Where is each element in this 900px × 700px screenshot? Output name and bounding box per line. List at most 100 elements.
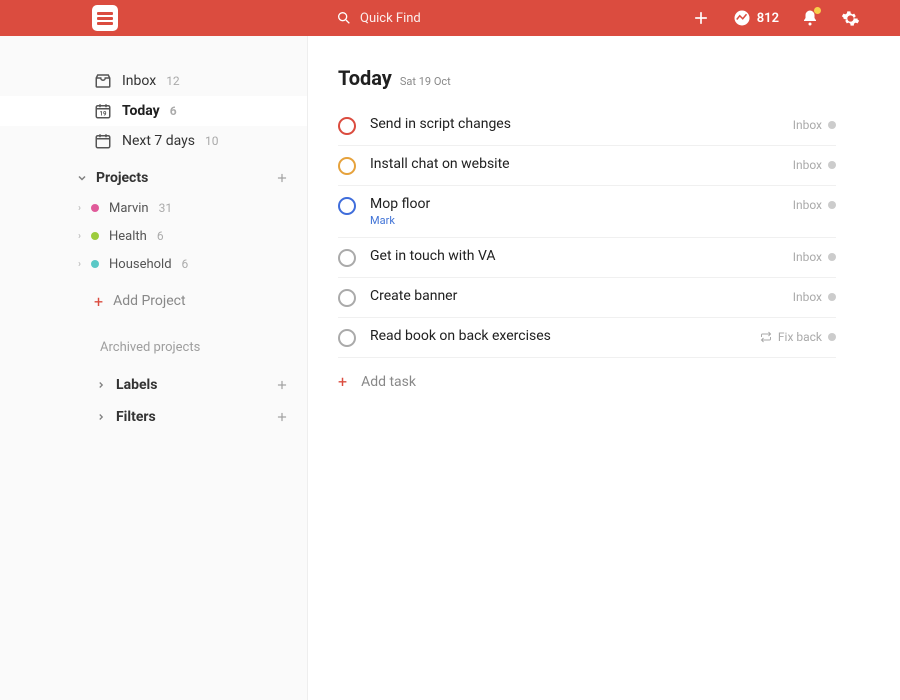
svg-text:19: 19 — [100, 111, 107, 118]
notifications-icon[interactable] — [801, 9, 819, 27]
project-count: 6 — [182, 257, 189, 271]
inbox-icon — [94, 72, 112, 90]
project-color-dot — [828, 161, 836, 169]
task-meta: Inbox — [793, 198, 836, 212]
task-title: Get in touch with VA — [370, 248, 779, 264]
task-title: Send in script changes — [370, 116, 779, 132]
app-logo[interactable] — [92, 5, 118, 31]
project-color-dot — [828, 333, 836, 341]
task-assignee: Mark — [370, 214, 779, 227]
add-task-label: Add task — [361, 374, 416, 390]
project-name: Health — [109, 229, 147, 244]
project-color-dot — [91, 260, 99, 268]
task-row[interactable]: Send in script changes Inbox — [338, 106, 836, 146]
project-name: Marvin — [109, 201, 149, 216]
task-meta: Inbox — [793, 158, 836, 172]
header-actions: 812 — [691, 8, 860, 28]
task-title: Install chat on website — [370, 156, 779, 172]
add-task-button[interactable]: + Add task — [338, 358, 836, 405]
karma-points: 812 — [757, 11, 779, 26]
page-title: Today — [338, 66, 392, 90]
project-item-health[interactable]: › Health 6 — [0, 222, 307, 250]
project-color-dot — [828, 201, 836, 209]
project-item-marvin[interactable]: › Marvin 31 — [0, 194, 307, 222]
task-checkbox[interactable] — [338, 157, 356, 175]
search-placeholder: Quick Find — [360, 11, 421, 26]
task-meta: Inbox — [793, 290, 836, 304]
project-name: Household — [109, 257, 172, 272]
page-title-row: Today Sat 19 Oct — [338, 66, 836, 90]
add-project-label: Add Project — [113, 293, 186, 309]
add-project-button[interactable]: + Add Project — [0, 284, 307, 318]
today-icon: 19 — [94, 102, 112, 120]
sidebar-item-today[interactable]: 19 Today 6 — [0, 96, 307, 126]
sidebar-item-inbox[interactable]: Inbox 12 — [0, 66, 307, 96]
main-content: Today Sat 19 Oct Send in script changes I… — [308, 36, 900, 700]
chevron-right-icon — [96, 380, 106, 390]
sidebar-item-count: 10 — [205, 134, 219, 148]
projects-title: Projects — [96, 170, 148, 186]
project-item-household[interactable]: › Household 6 — [0, 250, 307, 278]
project-color-dot — [91, 232, 99, 240]
task-checkbox[interactable] — [338, 197, 356, 215]
quick-add-icon[interactable] — [691, 8, 711, 28]
task-row[interactable]: Install chat on website Inbox — [338, 146, 836, 186]
task-project-label: Inbox — [793, 198, 822, 212]
filters-title: Filters — [116, 409, 156, 425]
karma-icon — [733, 9, 751, 27]
task-row[interactable]: Create banner Inbox — [338, 278, 836, 318]
task-row[interactable]: Mop floor Mark Inbox — [338, 186, 836, 238]
project-color-dot — [91, 204, 99, 212]
karma-score[interactable]: 812 — [733, 9, 779, 27]
project-color-dot — [828, 121, 836, 129]
task-meta: Fix back — [760, 330, 836, 344]
task-project-label: Inbox — [793, 250, 822, 264]
chevron-down-icon — [76, 172, 88, 184]
plus-icon: + — [94, 292, 103, 311]
settings-icon[interactable] — [841, 9, 860, 28]
task-project-label: Inbox — [793, 158, 822, 172]
app-header: Quick Find 812 — [0, 0, 900, 36]
sidebar-item-count: 12 — [166, 74, 180, 88]
add-project-icon[interactable] — [275, 171, 289, 185]
chevron-right-icon: › — [78, 259, 81, 270]
recurring-icon — [760, 331, 772, 343]
chevron-right-icon — [96, 412, 106, 422]
task-title: Create banner — [370, 288, 779, 304]
search-icon — [336, 10, 352, 26]
task-checkbox[interactable] — [338, 289, 356, 307]
filters-section-header[interactable]: Filters — [0, 401, 307, 433]
sidebar-item-label: Today — [122, 103, 160, 119]
project-count: 6 — [157, 229, 164, 243]
sidebar-item-next-7-days[interactable]: Next 7 days 10 — [0, 126, 307, 156]
sidebar: Inbox 12 19 Today 6 Next 7 days 10 Projects › M… — [0, 36, 308, 700]
task-row[interactable]: Read book on back exercises Fix back — [338, 318, 836, 358]
task-project-label: Fix back — [778, 330, 822, 344]
sidebar-item-count: 6 — [170, 104, 177, 118]
task-checkbox[interactable] — [338, 329, 356, 347]
task-title: Mop floor — [370, 196, 779, 212]
chevron-right-icon: › — [78, 203, 81, 214]
plus-icon: + — [338, 372, 347, 391]
project-count: 31 — [159, 201, 173, 215]
task-project-label: Inbox — [793, 118, 822, 132]
task-title: Read book on back exercises — [370, 328, 746, 344]
task-checkbox[interactable] — [338, 117, 356, 135]
add-filter-icon[interactable] — [275, 410, 289, 424]
labels-section-header[interactable]: Labels — [0, 369, 307, 401]
page-date: Sat 19 Oct — [400, 75, 451, 88]
sidebar-item-label: Next 7 days — [122, 133, 195, 149]
projects-section-header[interactable]: Projects — [0, 162, 307, 194]
search-area[interactable]: Quick Find — [336, 10, 421, 26]
task-checkbox[interactable] — [338, 249, 356, 267]
task-row[interactable]: Get in touch with VA Inbox — [338, 238, 836, 278]
project-color-dot — [828, 293, 836, 301]
add-label-icon[interactable] — [275, 378, 289, 392]
task-meta: Inbox — [793, 118, 836, 132]
sidebar-item-label: Inbox — [122, 73, 156, 89]
archived-projects-link[interactable]: Archived projects — [0, 340, 307, 355]
next7-icon — [94, 132, 112, 150]
labels-title: Labels — [116, 377, 157, 393]
task-meta: Inbox — [793, 250, 836, 264]
chevron-right-icon: › — [78, 231, 81, 242]
